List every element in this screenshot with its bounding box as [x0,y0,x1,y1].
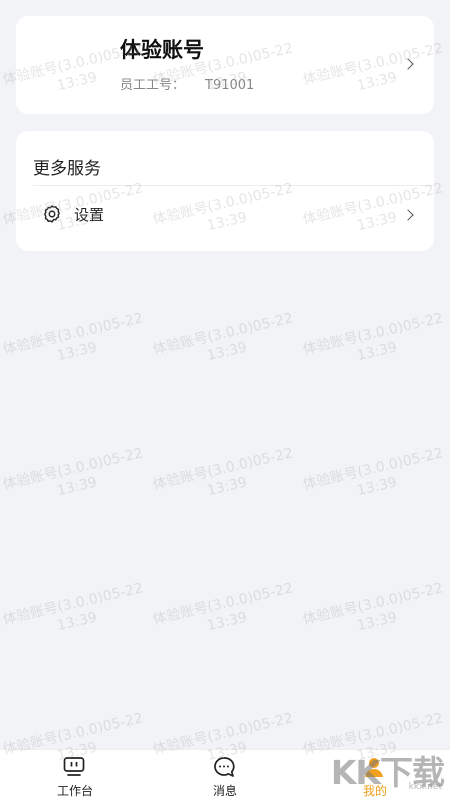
watermark-line: 体验账号(3.0.0)05-22 [1,310,145,359]
profile-name: 体验账号 [120,38,204,62]
watermark-line: 体验账号(3.0.0)05-22 [1,445,145,494]
employee-id-value: T91001 [205,78,255,93]
watermark: 体验账号(3.0.0)05-22 13:39 [0,444,152,513]
profile-card[interactable]: 体验账号 员工工号： T91001 [16,16,434,114]
section-title: 更多服务 [33,159,101,179]
more-services-card: 更多服务 设置 [16,131,434,251]
watermark-time: 13:39 [55,339,99,365]
watermark: 体验账号(3.0.0)05-22 13:39 [148,309,302,378]
watermark: 体验账号(3.0.0)05-22 13:39 [0,579,152,648]
watermark-line: 体验账号(3.0.0)05-22 [301,580,445,629]
watermark: 体验账号(3.0.0)05-22 13:39 [0,309,152,378]
watermark-time: 13:39 [355,339,399,365]
watermark: 体验账号(3.0.0)05-22 13:39 [298,444,450,513]
watermark: 体验账号(3.0.0)05-22 13:39 [298,309,450,378]
watermark-line: 体验账号(3.0.0)05-22 [301,445,445,494]
watermark-time: 13:39 [205,609,249,635]
watermark-line: 体验账号(3.0.0)05-22 [151,310,295,359]
tab-messages[interactable]: 消息 [150,750,300,800]
watermark-time: 13:39 [205,474,249,500]
watermark-time: 13:39 [205,339,249,365]
watermark-time: 13:39 [355,609,399,635]
watermark: 体验账号(3.0.0)05-22 13:39 [148,579,302,648]
workbench-icon [63,757,85,776]
divider [33,185,434,186]
site-url: kkx.net [408,782,442,792]
watermark-time: 13:39 [355,474,399,500]
employee-id: 员工工号： T91001 [120,74,254,93]
watermark-layer: 体验账号(3.0.0)05-22 13:39 体验账号(3.0.0)05-22 13:… [0,0,450,800]
settings-label: 设置 [74,206,105,224]
settings-row[interactable]: 设置 [16,193,434,237]
watermark: 体验账号(3.0.0)05-22 13:39 [298,579,450,648]
chevron-right-icon [402,58,414,70]
tab-workbench[interactable]: 工作台 [0,750,150,800]
tab-label: 工作台 [56,784,93,798]
watermark-time: 13:39 [55,609,99,635]
watermark-line: 体验账号(3.0.0)05-22 [301,310,445,359]
watermark-line: 体验账号(3.0.0)05-22 [1,580,145,629]
watermark-line: 体验账号(3.0.0)05-22 [151,445,295,494]
watermark: 体验账号(3.0.0)05-22 13:39 [148,444,302,513]
tab-label: 消息 [212,784,237,798]
chevron-right-icon [402,209,414,221]
watermark-line: 体验账号(3.0.0)05-22 [151,580,295,629]
message-icon [214,757,235,777]
gear-icon [44,205,60,223]
site-logo: KK下载 kkx.net [326,746,445,792]
watermark-time: 13:39 [55,474,99,500]
employee-id-label: 员工工号： [120,78,186,93]
